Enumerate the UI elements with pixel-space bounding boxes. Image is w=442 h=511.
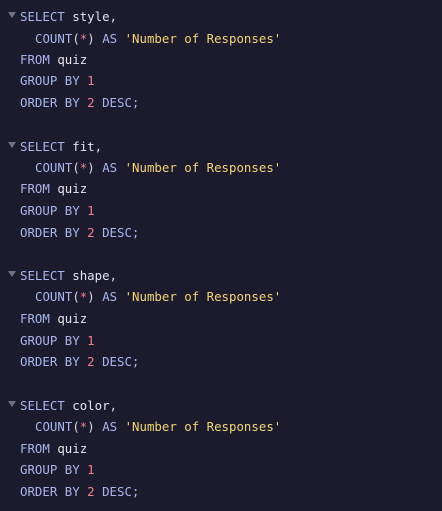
fold-toggle-query-3-icon[interactable] (8, 271, 16, 277)
code-line-order-by: ORDER BY 2 DESC; (20, 482, 139, 502)
table-name: quiz (57, 441, 88, 456)
count-function: COUNT (35, 289, 73, 304)
count-function: COUNT (35, 31, 73, 46)
group-by-keyword: GROUP BY (20, 73, 80, 88)
code-line-group-by: GROUP BY 1 (20, 331, 95, 351)
code-line-select: SELECT color, (20, 396, 117, 416)
column-name: style (72, 9, 110, 24)
from-keyword: FROM (20, 311, 50, 326)
code-line-order-by: ORDER BY 2 DESC; (20, 352, 139, 372)
column-name: fit (72, 139, 95, 154)
alias-string: 'Number of Responses' (124, 31, 282, 46)
code-line-order-by: ORDER BY 2 DESC; (20, 223, 139, 243)
code-line-group-by: GROUP BY 1 (20, 71, 95, 91)
code-line-select: SELECT shape, (20, 266, 117, 286)
select-keyword: SELECT (20, 9, 65, 24)
group-by-keyword: GROUP BY (20, 203, 80, 218)
code-line-from: FROM quiz (20, 50, 87, 70)
as-keyword: AS (102, 31, 118, 46)
from-keyword: FROM (20, 52, 50, 67)
paren-open: ( (72, 31, 80, 46)
code-line-from: FROM quiz (20, 179, 87, 199)
comma: , (109, 268, 118, 283)
paren-close: ) (87, 289, 95, 304)
code-line-count: COUNT(*) AS 'Number of Responses' (35, 417, 281, 437)
paren-close: ) (87, 160, 95, 175)
order-by-value: 2 (87, 484, 95, 499)
order-by-value: 2 (87, 95, 95, 110)
group-by-value: 1 (87, 73, 95, 88)
alias-string: 'Number of Responses' (124, 160, 282, 175)
order-direction: DESC; (102, 95, 140, 110)
code-line-group-by: GROUP BY 1 (20, 201, 95, 221)
paren-open: ( (72, 289, 80, 304)
count-function: COUNT (35, 419, 73, 434)
order-by-value: 2 (87, 225, 95, 240)
code-line-count: COUNT(*) AS 'Number of Responses' (35, 158, 281, 178)
comma: , (94, 139, 103, 154)
order-direction: DESC; (102, 484, 140, 499)
code-line-from: FROM quiz (20, 309, 87, 329)
order-by-keyword: ORDER BY (20, 484, 80, 499)
order-direction: DESC; (102, 225, 140, 240)
group-by-value: 1 (87, 203, 95, 218)
as-keyword: AS (102, 160, 118, 175)
paren-open: ( (72, 160, 80, 175)
as-keyword: AS (102, 419, 118, 434)
fold-toggle-query-1-icon[interactable] (8, 12, 16, 18)
code-line-select: SELECT fit, (20, 137, 102, 157)
sql-code-editor[interactable]: SELECT style, COUNT(*) AS 'Number of Res… (0, 0, 442, 511)
from-keyword: FROM (20, 181, 50, 196)
comma: , (109, 9, 118, 24)
group-by-value: 1 (87, 333, 95, 348)
code-line-group-by: GROUP BY 1 (20, 460, 95, 480)
column-name: color (72, 398, 110, 413)
code-line-count: COUNT(*) AS 'Number of Responses' (35, 287, 281, 307)
group-by-value: 1 (87, 462, 95, 477)
fold-toggle-query-4-icon[interactable] (8, 401, 16, 407)
group-by-keyword: GROUP BY (20, 333, 80, 348)
order-by-keyword: ORDER BY (20, 354, 80, 369)
alias-string: 'Number of Responses' (124, 289, 282, 304)
from-keyword: FROM (20, 441, 50, 456)
count-function: COUNT (35, 160, 73, 175)
as-keyword: AS (102, 289, 118, 304)
paren-open: ( (72, 419, 80, 434)
table-name: quiz (57, 311, 88, 326)
table-name: quiz (57, 181, 88, 196)
select-keyword: SELECT (20, 268, 65, 283)
code-line-count: COUNT(*) AS 'Number of Responses' (35, 29, 281, 49)
group-by-keyword: GROUP BY (20, 462, 80, 477)
order-by-keyword: ORDER BY (20, 225, 80, 240)
table-name: quiz (57, 52, 88, 67)
select-keyword: SELECT (20, 398, 65, 413)
code-line-order-by: ORDER BY 2 DESC; (20, 93, 139, 113)
select-keyword: SELECT (20, 139, 65, 154)
comma: , (109, 398, 118, 413)
code-line-from: FROM quiz (20, 439, 87, 459)
alias-string: 'Number of Responses' (124, 419, 282, 434)
order-by-keyword: ORDER BY (20, 95, 80, 110)
fold-toggle-query-2-icon[interactable] (8, 142, 16, 148)
paren-close: ) (87, 31, 95, 46)
column-name: shape (72, 268, 110, 283)
order-direction: DESC; (102, 354, 140, 369)
paren-close: ) (87, 419, 95, 434)
code-line-select: SELECT style, (20, 7, 117, 27)
order-by-value: 2 (87, 354, 95, 369)
